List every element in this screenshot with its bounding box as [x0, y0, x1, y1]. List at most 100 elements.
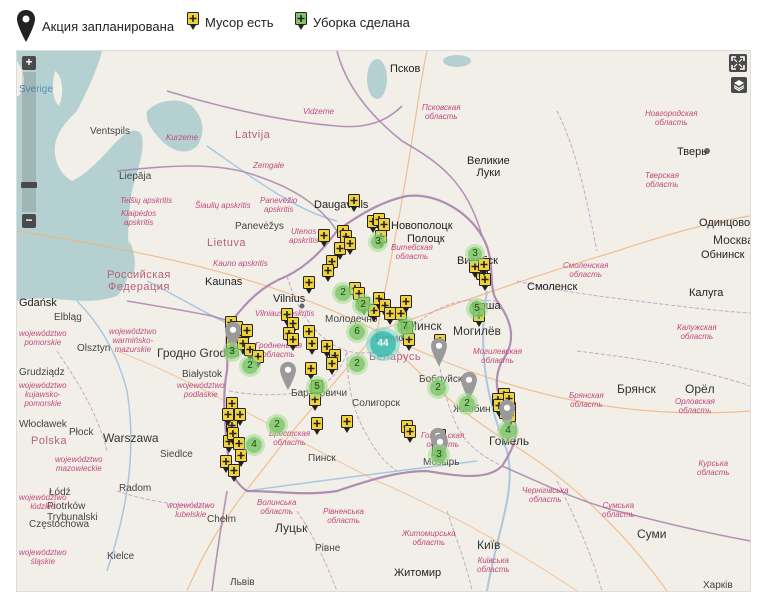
cluster-marker[interactable]: 2 [349, 356, 365, 372]
trash-marker[interactable] [322, 264, 334, 284]
cluster-marker-large[interactable]: 44 [370, 331, 396, 357]
label-orel-obl: Орловская область [675, 397, 715, 415]
label-rivne-obl: Рівненська область [323, 507, 364, 525]
label-lodzkie: województwo łódzkie [19, 493, 67, 511]
legend-planned[interactable]: Акция запланирована [16, 9, 174, 43]
fullscreen-icon [731, 56, 745, 70]
legend-planned-label: Акция запланирована [42, 18, 175, 34]
label-olsztyn: Olsztyn [77, 343, 111, 354]
legend-cleaned[interactable]: Уборка сделана [295, 12, 410, 32]
label-gdansk: Gdańsk [19, 297, 57, 309]
layers-icon [733, 80, 745, 92]
label-utenos: Utenos apskritis [289, 227, 319, 245]
cluster-marker[interactable]: 2 [459, 396, 475, 412]
label-kaluga-obl: Калужская область [677, 323, 717, 341]
cluster-marker[interactable]: 3 [431, 447, 447, 463]
legend-cleaned-label: Уборка сделана [313, 14, 410, 30]
trash-marker[interactable] [228, 464, 240, 484]
label-vitebsk-obl: Витебская область [391, 243, 433, 261]
label-lviv: Львів [230, 577, 255, 588]
cluster-marker[interactable]: 2 [269, 417, 285, 433]
label-novopolotsk: Новополоцк [391, 220, 453, 232]
map[interactable]: Sverige Псков Псковская область Новгородс… [16, 50, 751, 592]
cluster-marker[interactable]: 5 [469, 301, 485, 317]
cluster-marker[interactable]: 2 [242, 358, 258, 374]
label-kursk-obl: Курська область [697, 459, 730, 477]
trash-marker[interactable] [222, 408, 234, 428]
label-tver-obl: Тверская область [645, 171, 680, 189]
cluster-marker[interactable]: 6 [349, 324, 365, 340]
label-sumy: Суми [637, 527, 667, 541]
label-telsiu: Telšių apskritis [120, 196, 173, 205]
label-panevezio: Panevėžio apskritis [260, 196, 298, 214]
cluster-marker[interactable]: 3 [225, 345, 239, 359]
zoom-slider-handle[interactable] [21, 182, 37, 188]
trash-marker[interactable] [287, 333, 299, 353]
label-daugavpils: Daugavpils [314, 199, 369, 211]
trash-marker-icon [187, 12, 199, 30]
label-kielce: Kielce [107, 551, 135, 562]
label-radom: Radom [119, 483, 152, 494]
label-ros-fed: Российская Федерация [107, 269, 171, 293]
zoom-out-button[interactable]: − [22, 214, 36, 228]
label-kyiv: Київ [477, 538, 501, 552]
label-velikie-luki: Великие Луки [467, 155, 510, 179]
cluster-marker[interactable]: 5 [309, 379, 325, 395]
zoom-slider[interactable] [21, 72, 37, 212]
label-siedlce: Siedlce [160, 449, 193, 460]
legend: Акция запланирована Мусор есть Уборка сд… [0, 0, 764, 50]
fullscreen-button[interactable] [729, 54, 747, 72]
label-bryansk-obl: Брянская область [569, 391, 604, 409]
legend-trash[interactable]: Мусор есть [187, 12, 274, 32]
trash-marker[interactable] [306, 337, 318, 357]
label-kurzeme: Kurzeme [166, 133, 199, 142]
planned-pin-marker[interactable] [430, 337, 448, 367]
label-elblag: Elbląg [54, 312, 82, 323]
label-smolensk: Смоленск [527, 281, 578, 293]
cluster-marker[interactable]: 2 [430, 380, 446, 396]
trash-marker[interactable] [478, 258, 490, 278]
trash-marker[interactable] [326, 357, 338, 377]
label-latvija: Latvija [235, 129, 271, 141]
label-warminsko: województwo warmińsko-mazurskie [109, 327, 157, 354]
cluster-marker[interactable]: 4 [500, 423, 516, 439]
zoom-in-button[interactable]: + [22, 56, 36, 70]
legend-trash-label: Мусор есть [205, 14, 274, 30]
cluster-marker[interactable]: 4 [246, 437, 262, 453]
cluster-marker[interactable]: 7 [397, 319, 413, 335]
label-odintsovo: Одинцово [699, 217, 751, 229]
trash-marker[interactable] [348, 194, 360, 214]
layers-button[interactable] [731, 77, 747, 93]
trash-marker[interactable] [341, 415, 353, 435]
label-kyiv-obl: Київська область [477, 556, 510, 574]
label-soligorsk: Солигорск [352, 398, 400, 409]
label-zemgale: Zemgale [253, 161, 285, 170]
cluster-marker[interactable]: 2 [355, 297, 371, 313]
trash-marker[interactable] [344, 237, 356, 257]
cluster-marker[interactable]: 3 [371, 235, 385, 249]
label-smolensk-obl: Смоленская область [563, 261, 609, 279]
label-pomorskie: województwo pomorskie [19, 329, 67, 347]
label-rivne: Рівне [315, 543, 341, 554]
label-czestochowa: Częstochowa [29, 519, 90, 530]
lake-peipus [367, 59, 387, 99]
planned-pin-marker[interactable] [279, 361, 297, 391]
label-bialystok: Białystok [182, 369, 223, 380]
trash-marker[interactable] [311, 417, 323, 437]
cluster-marker[interactable]: 3 [468, 247, 482, 261]
label-chernihiv-obl: Чернігівська область [522, 486, 569, 504]
trash-marker[interactable] [404, 425, 416, 445]
label-ventspils: Ventspils [90, 126, 131, 137]
trash-marker[interactable] [318, 229, 330, 249]
trash-marker[interactable] [403, 333, 415, 353]
label-zhytomyr: Житомир [394, 567, 442, 579]
trash-marker[interactable] [309, 393, 321, 413]
trash-marker[interactable] [234, 408, 246, 428]
trash-marker[interactable] [400, 295, 412, 315]
planned-pin-icon [17, 10, 35, 42]
label-polska: Polska [31, 435, 68, 447]
label-kauno: Kauno apskritis [213, 259, 268, 268]
label-panevezys: Panevėžys [235, 221, 284, 232]
cluster-marker[interactable]: 2 [335, 285, 351, 301]
trash-marker[interactable] [303, 276, 315, 296]
